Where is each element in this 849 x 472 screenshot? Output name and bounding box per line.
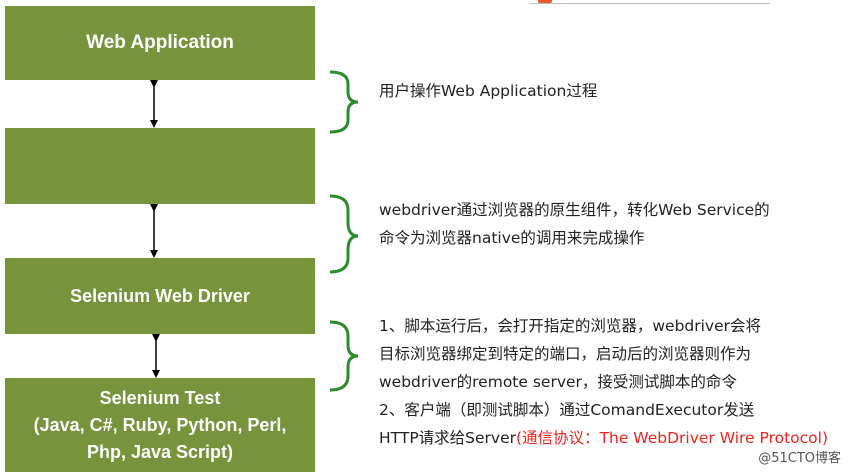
note-http-request-text: HTTP请求给Server: [379, 429, 516, 447]
note-webdriver-line1: webdriver通过浏览器的原生组件，转化Web Service的: [379, 201, 770, 219]
note-web-application: 用户操作Web Application过程: [379, 77, 597, 105]
note-selenium-test-line4: 2、客户端（即测试脚本）通过ComandExecutor发送: [379, 401, 755, 419]
note-selenium-test-line3: webdriver的remote server，接受测试脚本的命令: [379, 373, 737, 391]
brace-selenium-test: [329, 320, 359, 392]
note-webdriver-line2: 命令为浏览器native的调用来完成操作: [379, 229, 645, 247]
note-protocol-text: (通信协议：The WebDriver Wire Protocol): [516, 429, 829, 447]
note-selenium-test-line1: 1、脚本运行后，会打开指定的浏览器，webdriver会将: [379, 317, 762, 335]
note-selenium-test: 1、脚本运行后，会打开指定的浏览器，webdriver会将 目标浏览器绑定到特定…: [379, 312, 828, 452]
note-selenium-test-line2: 目标浏览器绑定到特定的端口，启动后的浏览器则作为: [379, 345, 752, 363]
note-web-application-text: 用户操作Web Application过程: [379, 82, 598, 100]
note-webdriver: webdriver通过浏览器的原生组件，转化Web Service的 命令为浏览…: [379, 196, 770, 252]
brace-webdriver: [329, 194, 359, 274]
watermark: @51CTO博客: [758, 451, 841, 466]
brace-webapp: [329, 70, 359, 134]
